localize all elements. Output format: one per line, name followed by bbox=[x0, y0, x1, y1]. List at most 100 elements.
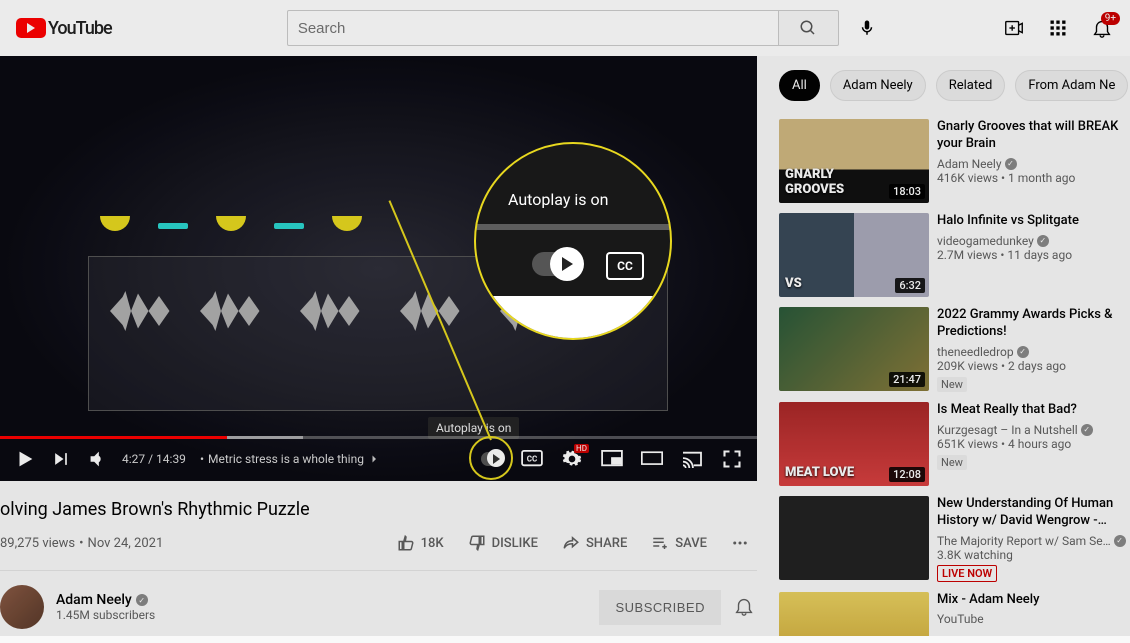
play-icon bbox=[14, 448, 36, 470]
search-button[interactable] bbox=[779, 10, 839, 46]
search-icon bbox=[799, 19, 817, 37]
channel-avatar[interactable] bbox=[0, 585, 44, 629]
verified-badge-icon: ✓ bbox=[1114, 535, 1126, 547]
create-icon bbox=[1003, 17, 1025, 39]
miniplayer-button[interactable] bbox=[601, 448, 623, 470]
time-display: 4:27 / 14:39 bbox=[122, 452, 186, 466]
rec-duration: 12:08 bbox=[889, 467, 925, 482]
subscribe-button[interactable]: SUBSCRIBED bbox=[599, 590, 721, 625]
play-button[interactable] bbox=[14, 448, 36, 470]
rec-info: Mix - Adam Neely YouTube bbox=[937, 592, 1130, 636]
live-badge: LIVE NOW bbox=[937, 565, 997, 582]
save-button[interactable]: SAVE bbox=[643, 528, 715, 558]
rec-channel: The Majority Report w/ Sam Se… ✓ bbox=[937, 534, 1130, 548]
rec-thumbnail: 21:47 bbox=[779, 307, 929, 391]
recommendation-item[interactable]: MEAT LOVE 12:08 Is Meat Really that Bad?… bbox=[779, 402, 1130, 486]
autoplay-toggle[interactable] bbox=[481, 448, 503, 470]
rec-thumbnail: GNARLY GROOVES 18:03 bbox=[779, 119, 929, 203]
youtube-play-icon bbox=[16, 18, 46, 38]
channel-name[interactable]: Adam Neely✓ bbox=[56, 592, 587, 608]
header-left: YouTube bbox=[16, 18, 112, 39]
cc-icon: CC bbox=[521, 450, 543, 468]
left-column: Autoplay is on 4:27 / 14:39 • Metric str… bbox=[0, 56, 757, 636]
apps-button[interactable] bbox=[1046, 16, 1070, 40]
recommendation-item[interactable]: 21:47 2022 Grammy Awards Picks & Predict… bbox=[779, 307, 1130, 392]
magnifier-tooltip: Autoplay is on bbox=[508, 190, 608, 209]
rec-thumbnail bbox=[779, 496, 929, 580]
chapter-name[interactable]: • Metric stress is a whole thing bbox=[200, 452, 380, 466]
playlist-add-icon bbox=[651, 534, 669, 552]
rec-title: 2022 Grammy Awards Picks & Predictions! bbox=[937, 307, 1130, 341]
rec-channel: Adam Neely ✓ bbox=[937, 157, 1130, 171]
header-right: 9+ bbox=[1002, 16, 1114, 40]
verified-badge-icon: ✓ bbox=[1081, 424, 1093, 436]
theater-icon bbox=[641, 451, 663, 467]
chapter-label: Metric stress is a whole thing bbox=[208, 452, 364, 466]
more-actions-button[interactable] bbox=[723, 528, 757, 558]
recommendation-item[interactable]: VS 6:32 Halo Infinite vs Splitgate video… bbox=[779, 213, 1130, 297]
verified-badge-icon: ✓ bbox=[1037, 235, 1049, 247]
rec-title: Gnarly Grooves that will BREAK your Brai… bbox=[937, 119, 1130, 153]
thumbs-down-icon bbox=[468, 534, 486, 552]
recommendation-item[interactable]: WHERE Mix - Adam Neely YouTube bbox=[779, 592, 1130, 636]
dislike-button[interactable]: DISLIKE bbox=[460, 528, 546, 558]
subscriber-count: 1.45M subscribers bbox=[56, 608, 587, 622]
settings-button[interactable]: HD bbox=[561, 448, 583, 470]
rec-thumbnail: MEAT LOVE 12:08 bbox=[779, 402, 929, 486]
chip-from-channel[interactable]: From Adam Ne bbox=[1015, 70, 1128, 101]
next-button[interactable] bbox=[50, 448, 72, 470]
share-icon bbox=[562, 534, 580, 552]
chip-all[interactable]: All bbox=[779, 70, 820, 101]
search-container bbox=[287, 8, 887, 48]
next-icon bbox=[51, 449, 71, 469]
cast-button[interactable] bbox=[681, 448, 703, 470]
logo-text: YouTube bbox=[48, 18, 112, 39]
search-input[interactable] bbox=[287, 10, 779, 46]
voice-search-button[interactable] bbox=[847, 8, 887, 48]
theater-button[interactable] bbox=[641, 448, 663, 470]
recommendation-item[interactable]: New Understanding Of Human History w/ Da… bbox=[779, 496, 1130, 582]
svg-text:CC: CC bbox=[527, 454, 538, 464]
rec-info: 2022 Grammy Awards Picks & Predictions! … bbox=[937, 307, 1130, 392]
magnifier-callout: Autoplay is on CC bbox=[474, 142, 672, 340]
new-badge: New bbox=[937, 377, 967, 392]
chip-related[interactable]: Related bbox=[936, 70, 1006, 101]
verified-badge-icon: ✓ bbox=[1005, 158, 1017, 170]
chip-adam-neely[interactable]: Adam Neely bbox=[830, 70, 926, 101]
rec-title: Mix - Adam Neely bbox=[937, 592, 1130, 609]
rec-duration: 21:47 bbox=[889, 372, 925, 387]
apps-grid-icon bbox=[1048, 18, 1068, 38]
volume-button[interactable] bbox=[86, 448, 108, 470]
verified-badge-icon: ✓ bbox=[136, 594, 148, 606]
notifications-button[interactable]: 9+ bbox=[1090, 16, 1114, 40]
youtube-logo[interactable]: YouTube bbox=[16, 18, 112, 39]
rec-info: New Understanding Of Human History w/ Da… bbox=[937, 496, 1130, 582]
miniplayer-icon bbox=[601, 450, 623, 468]
recommendation-item[interactable]: GNARLY GROOVES 18:03 Gnarly Grooves that… bbox=[779, 119, 1130, 203]
right-column: All Adam Neely Related From Adam Ne GNAR… bbox=[757, 56, 1130, 636]
rec-channel: Kurzgesagt – In a Nutshell ✓ bbox=[937, 423, 1130, 437]
fullscreen-button[interactable] bbox=[721, 448, 743, 470]
rec-meta: 209K views • 2 days ago bbox=[937, 359, 1130, 373]
magnifier-autoplay-toggle bbox=[532, 252, 582, 276]
channel-row: Adam Neely✓ 1.45M subscribers SUBSCRIBED bbox=[0, 571, 757, 643]
fullscreen-icon bbox=[722, 449, 742, 469]
share-button[interactable]: SHARE bbox=[554, 528, 635, 558]
chip-bar: All Adam Neely Related From Adam Ne bbox=[779, 70, 1130, 101]
notification-badge: 9+ bbox=[1101, 12, 1120, 25]
player-controls: 4:27 / 14:39 • Metric stress is a whole … bbox=[0, 437, 757, 481]
header: YouTube 9+ bbox=[0, 0, 1130, 56]
like-count: 18K bbox=[421, 536, 444, 551]
create-button[interactable] bbox=[1002, 16, 1026, 40]
rec-title: New Understanding Of Human History w/ Da… bbox=[937, 496, 1130, 530]
share-label: SHARE bbox=[586, 536, 627, 551]
action-bar: 18K DISLIKE SHARE SAVE bbox=[389, 528, 757, 558]
rec-channel: theneedledrop ✓ bbox=[937, 345, 1130, 359]
captions-button[interactable]: CC bbox=[521, 448, 543, 470]
rec-channel: videogamedunkey ✓ bbox=[937, 234, 1130, 248]
rec-meta: 416K views • 1 month ago bbox=[937, 171, 1130, 185]
rec-meta: 651K views • 4 hours ago bbox=[937, 437, 1130, 451]
notification-preference-button[interactable] bbox=[733, 595, 757, 619]
rec-thumbnail: VS 6:32 bbox=[779, 213, 929, 297]
like-button[interactable]: 18K bbox=[389, 528, 452, 558]
